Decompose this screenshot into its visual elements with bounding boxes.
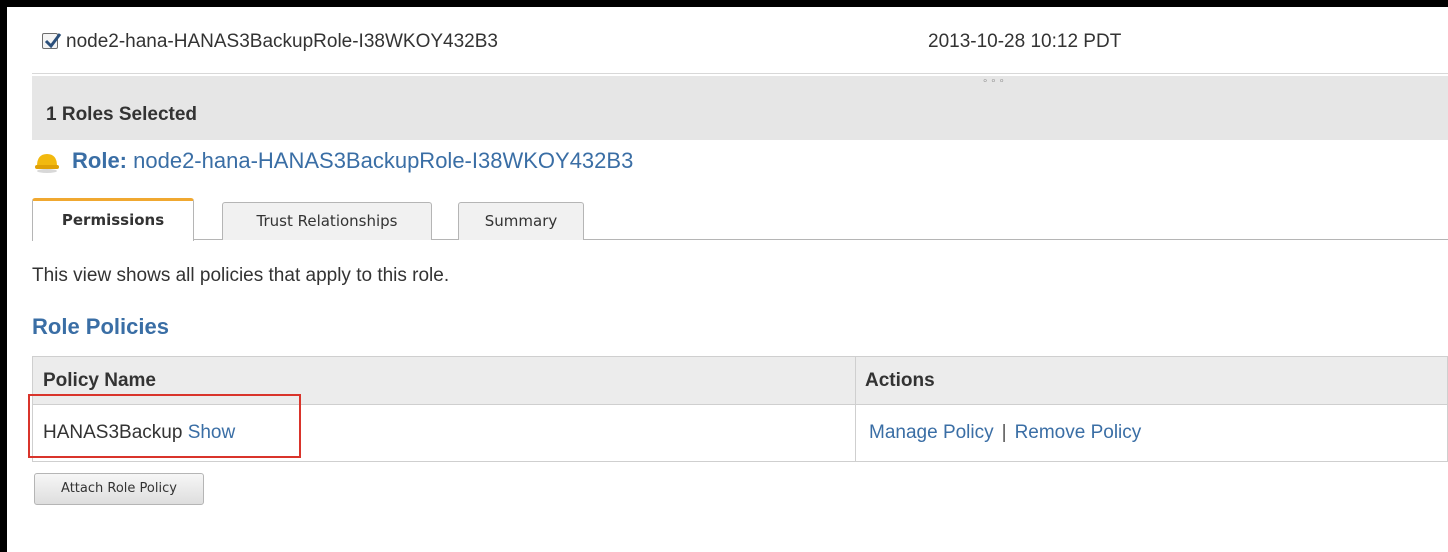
- role-select-checkbox[interactable]: [42, 33, 62, 49]
- policy-actions-cell: Manage Policy | Remove Policy: [869, 422, 1141, 444]
- checkmark-icon: [44, 33, 62, 49]
- column-header-policy-name: Policy Name: [43, 370, 156, 391]
- resize-handle[interactable]: ∘∘∘: [32, 76, 1448, 90]
- role-title-name: node2-hana-HANAS3BackupRole-I38WKOY432B3: [133, 148, 634, 173]
- annotation-highlight-box: [28, 394, 301, 458]
- role-title: Role: node2-hana-HANAS3BackupRole-I38WKO…: [72, 148, 633, 174]
- permissions-description: This view shows all policies that apply …: [32, 265, 450, 286]
- selection-summary-bar: 1 Roles Selected: [32, 90, 1448, 140]
- role-hardhat-icon: [35, 154, 59, 173]
- action-separator: |: [1001, 422, 1007, 443]
- role-title-label: Role:: [72, 148, 127, 173]
- remove-policy-link[interactable]: Remove Policy: [1015, 422, 1142, 443]
- tab-trust-relationships[interactable]: Trust Relationships: [222, 202, 432, 240]
- selection-count: 1 Roles Selected: [46, 104, 198, 125]
- manage-policy-link[interactable]: Manage Policy: [869, 422, 994, 443]
- role-row-name[interactable]: node2-hana-HANAS3BackupRole-I38WKOY432B3: [66, 31, 498, 53]
- role-list-row[interactable]: node2-hana-HANAS3BackupRole-I38WKOY432B3…: [32, 22, 1448, 74]
- role-policies-heading: Role Policies: [32, 314, 169, 339]
- role-tabs: Permissions Trust Relationships Summary: [32, 198, 1448, 241]
- grip-dots-icon: ∘∘∘: [982, 76, 1007, 87]
- tab-summary[interactable]: Summary: [458, 202, 584, 240]
- column-header-actions: Actions: [865, 370, 935, 391]
- tab-permissions[interactable]: Permissions: [32, 198, 194, 241]
- role-row-created: 2013-10-28 10:12 PDT: [928, 31, 1122, 52]
- attach-role-policy-button[interactable]: Attach Role Policy: [34, 473, 204, 505]
